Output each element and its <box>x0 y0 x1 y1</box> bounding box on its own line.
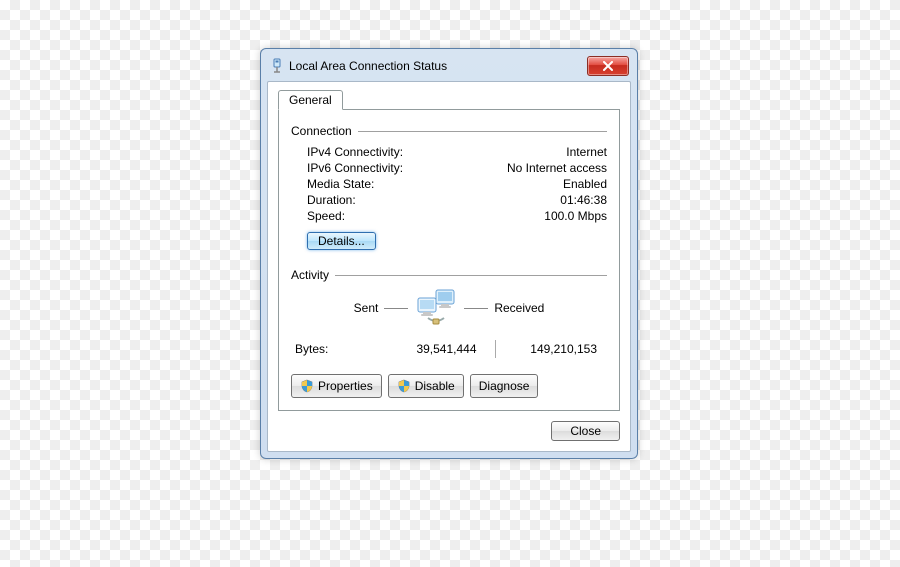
bytes-row: Bytes: 39,541,444 149,210,153 <box>291 340 607 358</box>
duration-value: 01:46:38 <box>560 193 607 207</box>
divider <box>335 275 607 276</box>
media-state-value: Enabled <box>563 177 607 191</box>
ipv6-row: IPv6 Connectivity: No Internet access <box>291 160 607 176</box>
properties-button[interactable]: Properties <box>291 374 382 398</box>
close-button[interactable]: Close <box>551 421 620 441</box>
activity-group-label: Activity <box>291 268 607 282</box>
ipv4-value: Internet <box>566 145 607 159</box>
media-state-label: Media State: <box>307 177 374 191</box>
client-area: General Connection IPv4 Connectivity: In… <box>267 81 631 452</box>
details-button[interactable]: Details... <box>307 232 376 250</box>
disable-button-label: Disable <box>415 379 455 393</box>
duration-row: Duration: 01:46:38 <box>291 192 607 208</box>
properties-button-label: Properties <box>318 379 373 393</box>
bytes-received-value: 149,210,153 <box>496 342 608 356</box>
speed-label: Speed: <box>307 209 345 223</box>
ipv4-label: IPv4 Connectivity: <box>307 145 403 159</box>
dialog-footer: Close <box>278 421 620 441</box>
speed-row: Speed: 100.0 Mbps <box>291 208 607 224</box>
activity-graphic: Sent <box>291 288 607 328</box>
diagnose-button-label: Diagnose <box>479 379 530 393</box>
received-label: Received <box>494 301 544 315</box>
network-computers-icon <box>414 288 458 328</box>
tab-general[interactable]: General <box>278 90 343 110</box>
tab-content-general: Connection IPv4 Connectivity: Internet I… <box>278 109 620 411</box>
duration-label: Duration: <box>307 193 356 207</box>
shield-icon <box>300 379 314 393</box>
divider <box>384 308 408 309</box>
ipv6-value: No Internet access <box>507 161 607 175</box>
ipv6-label: IPv6 Connectivity: <box>307 161 403 175</box>
connection-group-text: Connection <box>291 124 352 138</box>
divider <box>464 308 488 309</box>
window-title: Local Area Connection Status <box>289 59 587 73</box>
divider <box>358 131 607 132</box>
ipv4-row: IPv4 Connectivity: Internet <box>291 144 607 160</box>
media-state-row: Media State: Enabled <box>291 176 607 192</box>
diagnose-button[interactable]: Diagnose <box>470 374 539 398</box>
connection-status-window: Local Area Connection Status General Con… <box>260 48 638 459</box>
speed-value: 100.0 Mbps <box>544 209 607 223</box>
tab-strip: General <box>278 90 620 110</box>
action-button-row: Properties Disable Diagnose <box>291 374 607 398</box>
titlebar: Local Area Connection Status <box>267 55 631 81</box>
close-icon <box>603 61 613 71</box>
shield-icon <box>397 379 411 393</box>
bytes-sent-value: 39,541,444 <box>375 342 495 356</box>
bytes-label: Bytes: <box>295 342 375 356</box>
window-close-button[interactable] <box>587 56 629 76</box>
connection-group-label: Connection <box>291 124 607 138</box>
disable-button[interactable]: Disable <box>388 374 464 398</box>
activity-group-text: Activity <box>291 268 329 282</box>
network-adapter-icon <box>269 58 285 74</box>
sent-label: Sent <box>354 301 379 315</box>
